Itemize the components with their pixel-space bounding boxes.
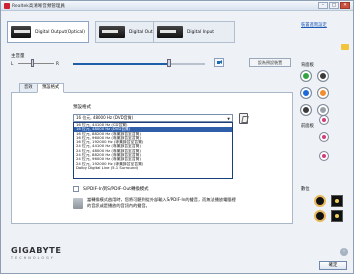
mute-speaker-icon[interactable]: [214, 58, 224, 67]
default-format-select[interactable]: 16 位元, 48000 Hz (DVD音質) ▼: [73, 114, 233, 122]
balance-left-label: L: [11, 61, 14, 66]
balance-slider-track[interactable]: [18, 63, 54, 64]
front-panel-label: 前面板: [301, 124, 314, 129]
gigabyte-logo: GIGABYTE: [11, 245, 62, 255]
info-icon[interactable]: i: [340, 248, 348, 256]
format-dropdown-list[interactable]: 16 位元, 44100 Hz (CD音質) 16 位元, 48000 Hz (…: [73, 122, 233, 179]
audio-manager-window: Realtek高清晰音頻管理員 – □ ✕ Digital Output(Opt…: [0, 0, 354, 274]
coaxial-port-icon[interactable]: [331, 195, 343, 207]
optical-port-icon-2[interactable]: [314, 210, 326, 222]
jack-rear-black-2[interactable]: [300, 104, 312, 116]
spdif-note-text: 當轉換模式啟用時，您將可聽到從外部輸入S/PDIF-In的聲音，而無法播放電腦裡…: [87, 197, 236, 208]
jack-front-pink-2[interactable]: [319, 151, 329, 161]
volume-slider-track[interactable]: [73, 63, 205, 65]
spdif-passthrough-checkbox[interactable]: [73, 186, 79, 192]
selected-format: 16 位元, 48000 Hz (DVD音質): [76, 115, 134, 120]
jack-rear-orange[interactable]: [317, 87, 329, 99]
default-format-label: 預設格式: [73, 105, 91, 110]
tab-label: Digital Input: [187, 29, 215, 35]
jack-rear-black[interactable]: [317, 70, 329, 82]
title-bar[interactable]: Realtek高清晰音頻管理員 – □ ✕: [1, 1, 353, 11]
note-icon: [73, 198, 83, 209]
brand-tagline: TECHNOLOGY: [11, 256, 55, 260]
spdif-passthrough-label: S/PDIF-In到S/PDIF-Out轉換模式: [83, 187, 149, 192]
volume-slider-thumb[interactable]: [167, 59, 172, 67]
advanced-settings-link[interactable]: 裝置進階設定: [301, 22, 327, 28]
format-option[interactable]: Dolby Digital Live (5.1 Surround): [74, 166, 232, 170]
set-default-device-button[interactable]: 設為預設裝置: [249, 58, 291, 67]
ok-button[interactable]: 確定: [319, 261, 347, 270]
tab-default-format[interactable]: 預設格式: [37, 83, 65, 93]
window-title: Realtek高清晰音頻管理員: [12, 4, 65, 9]
tab-label: Digital Output(Optical): [35, 29, 85, 35]
close-button[interactable]: ✕: [340, 2, 350, 9]
rear-panel-label: 背面板: [301, 63, 314, 68]
folder-icon[interactable]: [341, 44, 349, 50]
tab-digital-output-optical[interactable]: Digital Output(Optical): [7, 21, 89, 43]
jack-rear-blue[interactable]: [300, 87, 312, 99]
digital-output-device-icon: [99, 26, 125, 38]
speaker-app-icon: [4, 3, 10, 9]
jack-front-pink-top[interactable]: [319, 115, 329, 125]
digital-label: 數位: [301, 187, 310, 192]
tab-digital-input[interactable]: Digital Input: [153, 21, 235, 43]
jack-rear-green[interactable]: [300, 70, 312, 82]
jack-front-pink[interactable]: [319, 132, 329, 142]
minimize-button[interactable]: –: [318, 2, 328, 9]
digital-input-device-icon: [157, 26, 183, 38]
main-volume-label: 主音量: [11, 54, 25, 59]
digital-optical-device-icon: [11, 26, 32, 38]
optical-port-icon[interactable]: [314, 195, 326, 207]
balance-right-label: R: [56, 61, 59, 66]
maximize-button[interactable]: □: [329, 2, 339, 9]
balance-slider-thumb[interactable]: [31, 59, 34, 67]
coaxial-port-icon-2[interactable]: [331, 210, 343, 222]
reset-format-icon[interactable]: [239, 113, 248, 124]
